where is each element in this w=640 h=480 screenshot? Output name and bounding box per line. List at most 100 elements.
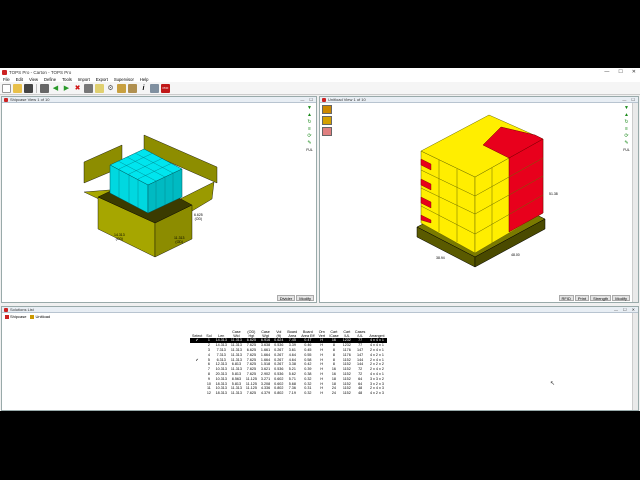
solutions-table-body: ✔ 1 14.313 11.313 6.625 6.916 0.624 7.45 0.47 H 16… — [190, 338, 387, 396]
layer-pattern-icon[interactable] — [322, 116, 332, 125]
pdf-icon[interactable]: PDF — [161, 83, 170, 93]
cycle-icon[interactable]: ⟳ — [306, 133, 314, 139]
cycle-icon[interactable]: ⟳ — [623, 133, 631, 139]
unitload-length-label: 48.00 — [511, 253, 520, 257]
maximize-icon[interactable]: ☐ — [618, 69, 622, 75]
table-header-row: Select Sol Len Case Wid (OD) Hgt Case Wgt Vol … — [190, 330, 387, 338]
menu-help[interactable]: Help — [137, 77, 152, 82]
menu-view[interactable]: View — [26, 77, 41, 82]
menu-tools[interactable]: Tools — [59, 77, 75, 82]
table-cell: 4 x 2 x 3 — [369, 391, 384, 396]
solutions-vertical-scrollbar[interactable] — [632, 313, 638, 410]
pane-icon — [4, 97, 8, 102]
image-icon[interactable] — [150, 83, 159, 93]
layer-pattern-icon[interactable] — [322, 127, 332, 136]
arrow-up-icon[interactable]: ▲ — [623, 112, 631, 118]
tab-shipcase[interactable]: Shipcase — [5, 314, 26, 319]
chart-icon[interactable] — [95, 83, 104, 93]
ful-label[interactable]: FUL — [306, 147, 314, 153]
calculator-icon[interactable] — [128, 83, 137, 93]
menu-import[interactable]: Import — [75, 77, 93, 82]
column-header[interactable]: Case Wid — [229, 330, 244, 338]
modify-button[interactable]: Modify — [612, 295, 630, 301]
column-header[interactable]: Board Area Eff — [299, 330, 316, 338]
tab-unitload[interactable]: Unitload — [30, 314, 50, 319]
maximize-icon[interactable]: ☐ — [631, 97, 635, 102]
info-icon[interactable]: i — [139, 84, 148, 93]
copy-icon[interactable] — [84, 83, 93, 93]
layer-pattern-icon[interactable] — [322, 105, 332, 114]
table-cell: 7.625 — [246, 391, 257, 396]
app-window: TOPS Pro - Carton - TOPS Pro — ☐ ✕ File … — [0, 68, 640, 411]
column-header[interactable]: Cases /UL — [353, 330, 367, 338]
divider-button[interactable]: Divider — [276, 295, 296, 301]
ful-label[interactable]: FUL — [623, 147, 631, 153]
minimize-icon[interactable]: — — [604, 69, 609, 75]
unitload-side-toolbar: ▼ ▲ ↻ ≡ ⟳ ✎ FUL — [622, 105, 631, 153]
settings-icon[interactable]: ⚙ — [106, 84, 115, 93]
arrow-down-icon[interactable]: ▼ — [623, 105, 631, 111]
print-icon[interactable] — [40, 83, 49, 93]
column-header[interactable]: Case Wgt — [259, 330, 272, 338]
unitload-vertical-scrollbar[interactable] — [632, 103, 638, 302]
lines-icon[interactable]: ≡ — [623, 126, 631, 132]
column-header[interactable]: Orn Vert — [316, 330, 327, 338]
close-icon[interactable]: ✕ — [632, 307, 635, 312]
table-cell: 11.313 — [230, 391, 242, 396]
table-cell: 18.313 — [215, 391, 227, 396]
rfid-button[interactable]: RFID — [558, 295, 574, 301]
menu-export[interactable]: Export — [93, 77, 111, 82]
column-header[interactable]: Cart /Case — [327, 330, 341, 338]
arrow-up-icon[interactable]: ▲ — [306, 112, 314, 118]
column-header[interactable]: Vol (ft) — [272, 330, 285, 338]
pencil-icon[interactable]: ✎ — [623, 140, 631, 146]
maximize-icon[interactable]: ☐ — [623, 307, 627, 312]
shipcase-width-label: 14.313 (OD) — [114, 233, 125, 241]
table-cell: 1152 — [342, 391, 351, 396]
lines-icon[interactable]: ≡ — [306, 126, 314, 132]
pencil-icon[interactable]: ✎ — [306, 140, 314, 146]
minimize-icon[interactable]: — — [622, 97, 626, 102]
modify-button[interactable]: Modify — [296, 295, 314, 301]
column-header[interactable]: Sol — [204, 330, 213, 338]
table-cell: 0.802 — [274, 391, 284, 396]
open-icon[interactable] — [13, 83, 22, 93]
shipcase-bottom-buttons: Divider Modify — [276, 295, 314, 301]
unitload-tab-icon — [30, 314, 35, 319]
arrow-right-icon[interactable]: ▶ — [62, 84, 71, 93]
maximize-icon[interactable]: ☐ — [309, 97, 313, 102]
arrow-down-icon[interactable]: ▼ — [306, 105, 314, 111]
save-icon[interactable] — [24, 83, 33, 93]
table-row[interactable]: 4 7.313 11.313 7.625 1.664 0.267 4.64 0.55 H 8 117… — [190, 353, 387, 358]
print-button[interactable]: Print — [574, 295, 590, 301]
app-icon — [2, 69, 7, 75]
delete-icon[interactable]: ✖ — [73, 84, 82, 93]
table-cell: 11.125 — [245, 376, 257, 381]
palette-icon[interactable] — [117, 83, 126, 93]
column-header[interactable]: Arrangmt — [367, 330, 386, 338]
table-cell: 0.32 — [304, 391, 312, 396]
table-cell: H — [320, 391, 324, 396]
shipcase-view-pane: Shipcase View 1 of 10 — ☐ 14.313 (OD) 11.… — [1, 96, 317, 303]
column-header[interactable]: (OD) Hgt — [244, 330, 259, 338]
new-icon[interactable] — [2, 83, 11, 93]
menu-supervisor[interactable]: Supervisor — [111, 77, 137, 82]
minimize-icon[interactable]: — — [614, 307, 618, 312]
minimize-icon[interactable]: — — [300, 97, 304, 102]
column-header[interactable]: Board Area — [285, 330, 299, 338]
column-header[interactable]: Select — [190, 330, 204, 338]
column-header[interactable]: Len — [214, 330, 229, 338]
refresh-icon[interactable]: ↻ — [623, 119, 631, 125]
table-row[interactable]: 12 18.313 11.313 7.625 4.379 0.802 7.19 0.32 H 24… — [190, 391, 387, 396]
menu-define[interactable]: Define — [41, 77, 59, 82]
menu-file[interactable]: File — [0, 77, 13, 82]
menu-edit[interactable]: Edit — [13, 77, 26, 82]
unitload-view-pane: Unitload View 1 of 10 — ☐ 51.38 38.94 48… — [319, 96, 639, 303]
strength-button[interactable]: Strength — [590, 295, 612, 301]
title-bar: TOPS Pro - Carton - TOPS Pro — ☐ ✕ — [0, 68, 640, 76]
column-header[interactable]: Cart /UL — [341, 330, 353, 338]
row-select-check[interactable] — [190, 391, 204, 396]
close-icon[interactable]: ✕ — [632, 69, 636, 75]
arrow-left-icon[interactable]: ◀ — [51, 84, 60, 93]
refresh-icon[interactable]: ↻ — [306, 119, 314, 125]
